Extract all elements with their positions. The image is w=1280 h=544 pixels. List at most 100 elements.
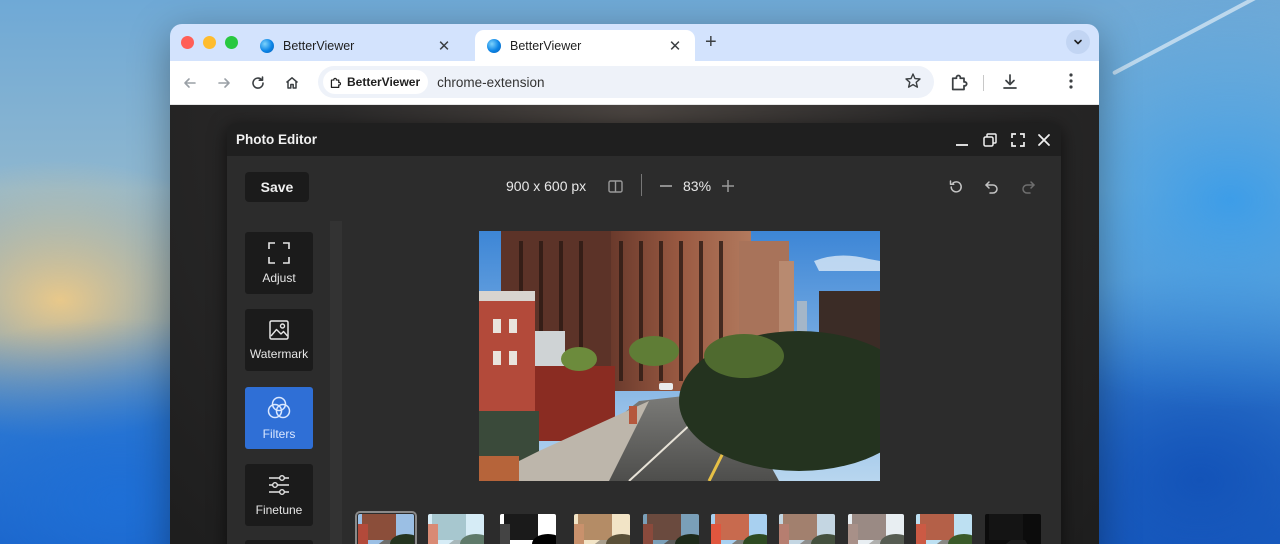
- minus-icon: [660, 185, 672, 187]
- filter-preview: [779, 514, 835, 544]
- filter-thumb-4[interactable]: [574, 514, 630, 544]
- toolbar-divider: [983, 75, 984, 91]
- filter-preview: [985, 514, 1041, 544]
- redo-icon: [1022, 181, 1035, 194]
- city-street-photo: [479, 231, 880, 481]
- tool-label: Finetune: [255, 503, 303, 517]
- filter-thumb-8[interactable]: [848, 514, 904, 544]
- forward-button[interactable]: [214, 73, 234, 93]
- toolbar-divider: [641, 174, 642, 196]
- editor-restore-button[interactable]: [980, 130, 1000, 150]
- bookmark-button[interactable]: [904, 72, 922, 95]
- filter-preview: [711, 514, 767, 544]
- filter-preview: [500, 514, 556, 544]
- tool-label: Filters: [262, 427, 296, 441]
- puzzle-piece-icon: [330, 77, 342, 88]
- tab-title: BetterViewer: [283, 38, 355, 53]
- filter-thumb-6[interactable]: [711, 514, 767, 544]
- url-text: chrome-extension: [437, 74, 545, 90]
- filter-thumb-10[interactable]: [985, 514, 1041, 544]
- chevron-down-icon: [1074, 39, 1082, 45]
- filter-thumb-9[interactable]: [916, 514, 972, 544]
- filter-thumb-original[interactable]: [355, 511, 417, 544]
- tool-label: Watermark: [249, 347, 309, 361]
- close-window-button[interactable]: [181, 36, 194, 49]
- overlapping-circles-icon: [267, 396, 291, 419]
- filter-preview: [916, 514, 972, 544]
- sliders-icon: [269, 475, 289, 496]
- reset-button[interactable]: [946, 177, 966, 197]
- zoom-level: 83%: [683, 178, 712, 194]
- reset-icon: [949, 180, 962, 193]
- editor-titlebar: Photo Editor: [227, 123, 1061, 156]
- fullscreen-icon: [1011, 133, 1025, 147]
- tool-finetune[interactable]: Finetune: [245, 464, 313, 526]
- tool-more[interactable]: [245, 540, 313, 544]
- copy-windows-icon: [983, 133, 997, 147]
- plus-icon: [722, 180, 734, 192]
- photo-editor-window: Photo Editor Save 900 x 600 px 83% Adjus…: [227, 123, 1061, 544]
- tool-adjust[interactable]: Adjust: [245, 232, 313, 294]
- filter-preview: [848, 514, 904, 544]
- close-tab-icon[interactable]: ✕: [436, 37, 452, 55]
- zoom-in-button[interactable]: [719, 177, 737, 195]
- address-bar[interactable]: BetterViewer chrome-extension: [318, 66, 934, 98]
- filter-preview: [574, 514, 630, 544]
- extensions-button[interactable]: [949, 72, 969, 92]
- new-tab-button[interactable]: +: [705, 31, 717, 54]
- arrow-left-icon: [184, 78, 196, 88]
- desktop-highlight: [1111, 0, 1280, 76]
- filter-thumb-2[interactable]: [428, 514, 484, 544]
- minimize-icon: [956, 144, 968, 146]
- maximize-window-button[interactable]: [225, 36, 238, 49]
- site-chip-label: BetterViewer: [347, 75, 421, 89]
- home-button[interactable]: [282, 73, 302, 93]
- puzzle-piece-icon: [951, 74, 968, 91]
- image-frame-icon: [269, 320, 289, 340]
- downloads-button[interactable]: [1000, 72, 1020, 92]
- redo-button[interactable]: [1018, 177, 1038, 197]
- tab-betterviewer-2[interactable]: BetterViewer ✕: [475, 30, 695, 61]
- window-controls: [181, 36, 238, 49]
- kebab-menu-icon: [1069, 73, 1073, 89]
- filter-thumb-3[interactable]: [500, 514, 556, 544]
- filter-thumb-5[interactable]: [643, 514, 699, 544]
- close-tab-icon[interactable]: ✕: [667, 37, 683, 55]
- split-view-icon: [607, 179, 623, 193]
- star-icon: [905, 73, 921, 88]
- tool-watermark[interactable]: Watermark: [245, 309, 313, 371]
- undo-button[interactable]: [982, 177, 1002, 197]
- browser-window: BetterViewer ✕ BetterViewer ✕ + BetterVi…: [170, 24, 1099, 544]
- home-icon: [286, 77, 298, 89]
- photo-canvas[interactable]: [479, 231, 880, 481]
- editor-minimize-button[interactable]: [952, 130, 972, 150]
- crop-icon: [268, 242, 290, 264]
- tool-label: Adjust: [262, 271, 296, 285]
- undo-icon: [985, 181, 998, 194]
- filter-preview: [358, 514, 414, 544]
- editor-close-button[interactable]: [1034, 130, 1054, 150]
- close-icon: [1038, 134, 1050, 146]
- tab-strip: BetterViewer ✕ BetterViewer ✕ +: [170, 24, 1099, 61]
- tab-betterviewer-1[interactable]: BetterViewer ✕: [248, 30, 464, 61]
- reload-icon: [252, 76, 264, 89]
- filter-preview: [428, 514, 484, 544]
- browser-toolbar: BetterViewer chrome-extension: [170, 61, 1099, 105]
- canvas-scroll-track[interactable]: [330, 221, 342, 544]
- compare-button[interactable]: [606, 177, 624, 195]
- filter-thumb-7[interactable]: [779, 514, 835, 544]
- site-info-chip[interactable]: BetterViewer: [323, 70, 429, 94]
- betterviewer-favicon-icon: [487, 38, 501, 53]
- tool-filters[interactable]: Filters: [245, 387, 313, 449]
- save-button[interactable]: Save: [245, 172, 309, 202]
- download-icon: [1003, 74, 1017, 89]
- editor-fullscreen-button[interactable]: [1008, 130, 1028, 150]
- editor-body: Save 900 x 600 px 83% Adjust Watermark F…: [227, 156, 1061, 544]
- tab-search-button[interactable]: [1066, 30, 1090, 54]
- image-dimensions: 900 x 600 px: [506, 178, 587, 194]
- minimize-window-button[interactable]: [203, 36, 216, 49]
- reload-button[interactable]: [248, 73, 268, 93]
- zoom-out-button[interactable]: [657, 177, 675, 195]
- browser-menu-button[interactable]: [1068, 72, 1074, 90]
- back-button[interactable]: [180, 73, 200, 93]
